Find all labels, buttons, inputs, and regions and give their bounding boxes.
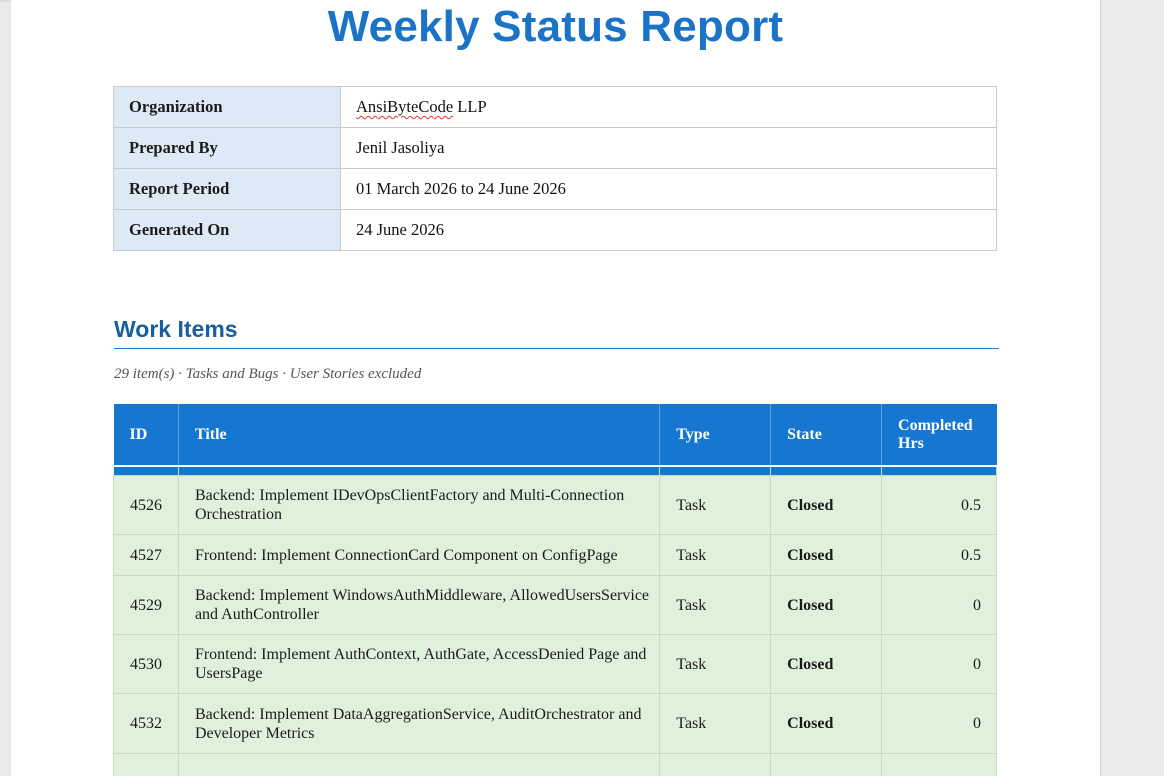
- cell-title: Backend: Implement IDevOpsClientFactory …: [177, 475, 661, 535]
- work-items-heading: Work Items: [114, 316, 238, 342]
- table-row: 4526 Backend: Implement IDevOpsClientFact…: [113, 475, 997, 535]
- cell-state: Closed: [770, 534, 883, 576]
- cell-type: Task: [659, 575, 772, 635]
- cell-state: Closed: [770, 634, 883, 694]
- cell-type: Task: [659, 753, 772, 776]
- cell-completed-hrs: 0: [881, 753, 997, 776]
- cell-id: 4527: [113, 534, 179, 576]
- meta-row-prepared-by: Prepared By Jenil Jasoliya: [113, 127, 997, 169]
- work-items-table: ID Title Type State Completed Hrs 4526 Ba…: [113, 404, 997, 776]
- col-header-completed-hrs: Completed Hrs: [881, 404, 997, 466]
- meta-value: 01 March 2026 to 24 June 2026: [340, 168, 997, 210]
- table-row: 4529 Backend: Implement WindowsAuthMiddle…: [113, 575, 997, 635]
- heading-underline: [114, 348, 999, 349]
- cell-completed-hrs: 0.5: [881, 475, 997, 535]
- cell-title: Frontend: Implement AuthContext, AuthGat…: [177, 634, 661, 694]
- cell-title: Backend: Implement WindowsAuthMiddleware…: [177, 575, 661, 635]
- table-row: 4533Frontend: Implement AuditPage with D…: [113, 753, 997, 776]
- meta-label: Generated On: [113, 209, 341, 251]
- meta-label: Report Period: [113, 168, 341, 210]
- report-meta-table: Organization AnsiByteCode LLP Prepared B…: [113, 86, 997, 251]
- meta-label: Prepared By: [113, 127, 341, 169]
- document-margin-gutter: [1100, 0, 1164, 776]
- cell-type: Task: [659, 534, 772, 576]
- cell-state: Closed: [770, 693, 883, 754]
- cell-completed-hrs: 0.5: [881, 534, 997, 576]
- document-page: Weekly Status Report Organization AnsiBy…: [11, 0, 1100, 776]
- meta-value-org-name: AnsiByteCode: [356, 97, 454, 116]
- col-header-id: ID: [113, 404, 179, 466]
- cell-title: Frontend: Implement AuditPage with Date …: [177, 753, 661, 776]
- table-row: 4527 Frontend: Implement ConnectionCard C…: [113, 534, 997, 576]
- col-header-state: State: [770, 404, 882, 466]
- cell-state: Closed: [770, 575, 883, 635]
- cell-id: 4526: [113, 475, 179, 535]
- cell-type: Task: [659, 475, 772, 535]
- cell-completed-hrs: 0: [881, 634, 997, 694]
- cell-state: Closed: [770, 475, 883, 535]
- cell-title: Frontend: Implement ConnectionCard Compo…: [177, 534, 661, 576]
- table-header-row: ID Title Type State Completed Hrs: [113, 404, 997, 466]
- cell-completed-hrs: 0: [881, 575, 997, 635]
- meta-label: Organization: [113, 86, 341, 128]
- cell-state: Closed: [770, 753, 883, 776]
- cell-completed-hrs: 0: [881, 693, 997, 754]
- cell-id: 4530: [113, 634, 179, 694]
- header-separator: [113, 465, 997, 476]
- work-items-summary: 29 item(s) · Tasks and Bugs · User Stori…: [114, 366, 422, 382]
- meta-row-organization: Organization AnsiByteCode LLP: [113, 86, 997, 128]
- table-row: 4532 Backend: Implement DataAggregationSe…: [113, 693, 997, 754]
- cell-id: 4532: [113, 693, 179, 754]
- cell-title: Backend: Implement DataAggregationServic…: [177, 693, 661, 754]
- col-header-title: Title: [177, 404, 660, 466]
- cell-id: 4533: [113, 753, 179, 776]
- col-header-type: Type: [659, 404, 771, 466]
- cell-type: Task: [659, 693, 772, 754]
- meta-row-generated-on: Generated On 24 June 2026: [113, 209, 997, 251]
- cell-id: 4529: [113, 575, 179, 635]
- meta-row-report-period: Report Period 01 March 2026 to 24 June 2…: [113, 168, 997, 210]
- cell-type: Task: [659, 634, 772, 694]
- table-row: 4530 Frontend: Implement AuthContext, Aut…: [113, 634, 997, 694]
- meta-value: 24 June 2026: [340, 209, 997, 251]
- report-title: Weekly Status Report: [327, 2, 784, 51]
- meta-value: AnsiByteCode LLP: [340, 86, 997, 128]
- meta-value: Jenil Jasoliya: [340, 127, 997, 169]
